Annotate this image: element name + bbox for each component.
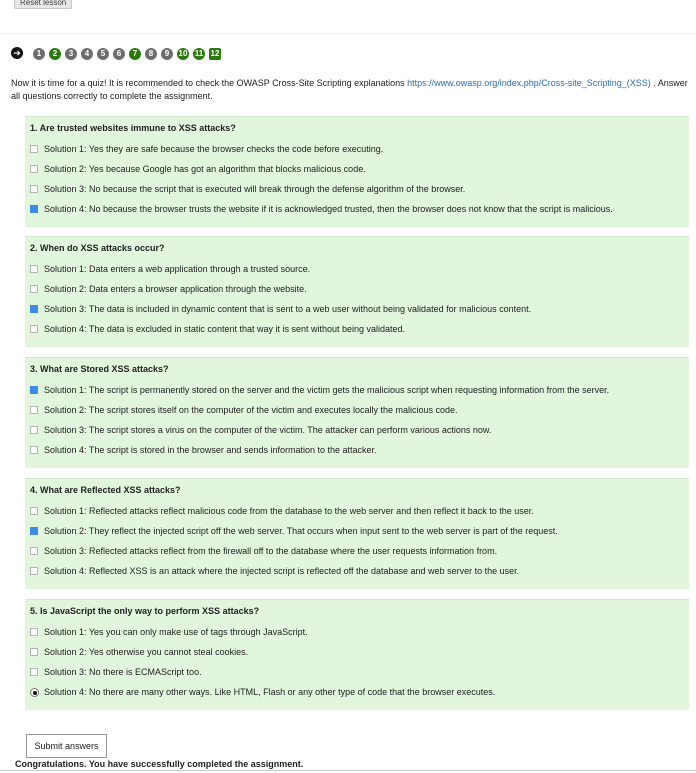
answer-checkbox[interactable] xyxy=(30,547,38,555)
answer-checkbox[interactable] xyxy=(30,165,38,173)
back-arrow-icon[interactable]: ➔ xyxy=(11,47,23,59)
answer-label: Solution 1: Yes they are safe because th… xyxy=(44,144,384,154)
question-title: 3. What are Stored XSS attacks? xyxy=(30,364,169,374)
question-2: 2. When do XSS attacks occur? Solution 1:… xyxy=(25,236,689,347)
answer-checkbox[interactable] xyxy=(30,426,38,434)
divider xyxy=(0,770,696,771)
question-title: 1. Are trusted websites immune to XSS at… xyxy=(30,123,236,133)
answer-label: Solution 4: No because the browser trust… xyxy=(44,204,613,214)
answer-label: Solution 2: Yes otherwise you cannot ste… xyxy=(44,647,249,657)
answer-checkbox[interactable] xyxy=(30,265,38,273)
answer-label: Solution 3: The data is included in dyna… xyxy=(44,304,532,314)
answer-checkbox[interactable] xyxy=(30,185,38,193)
page-3-button[interactable]: 3 xyxy=(65,48,77,60)
page-10-button[interactable]: 10 xyxy=(177,48,189,60)
question-5: 5. Is JavaScript the only way to perform… xyxy=(25,599,689,710)
answer-checkbox[interactable] xyxy=(30,386,38,394)
answer-label: Solution 4: Reflected XSS is an attack w… xyxy=(44,566,520,576)
answer-checkbox[interactable] xyxy=(30,446,38,454)
answer-radio[interactable] xyxy=(30,688,39,697)
question-1: 1. Are trusted websites immune to XSS at… xyxy=(25,116,689,227)
answer-label: Solution 3: No because the script that i… xyxy=(44,184,466,194)
page-1-button[interactable]: 1 xyxy=(33,48,45,60)
answer-checkbox[interactable] xyxy=(30,145,38,153)
answer-checkbox[interactable] xyxy=(30,668,38,676)
page-2-button[interactable]: 2 xyxy=(49,48,61,60)
page-7-button[interactable]: 7 xyxy=(129,48,141,60)
page-8-button[interactable]: 8 xyxy=(145,48,157,60)
answer-checkbox[interactable] xyxy=(30,406,38,414)
answer-checkbox[interactable] xyxy=(30,285,38,293)
answer-label: Solution 2: The script stores itself on … xyxy=(44,405,458,415)
page-11-button[interactable]: 11 xyxy=(193,48,205,60)
answer-label: Solution 4: The data is excluded in stat… xyxy=(44,324,406,334)
answer-label: Solution 1: Data enters a web applicatio… xyxy=(44,264,311,274)
page-6-button[interactable]: 6 xyxy=(113,48,125,60)
intro-text: Now it is time for a quiz! It is recomme… xyxy=(11,78,408,88)
result-message: Congratulations. You have successfully c… xyxy=(15,759,304,769)
page-9-button[interactable]: 9 xyxy=(161,48,173,60)
question-title: 4. What are Reflected XSS attacks? xyxy=(30,485,181,495)
answer-label: Solution 3: The script stores a virus on… xyxy=(44,425,492,435)
reset-lesson-button[interactable]: Reset lesson xyxy=(14,0,73,9)
answer-label: Solution 3: No there is ECMAScript too. xyxy=(44,667,202,677)
answer-label: Solution 3: Reflected attacks reflect fr… xyxy=(44,546,498,556)
answer-checkbox[interactable] xyxy=(30,507,38,515)
answer-checkbox[interactable] xyxy=(30,628,38,636)
page-4-button[interactable]: 4 xyxy=(81,48,93,60)
question-4: 4. What are Reflected XSS attacks? Soluti… xyxy=(25,478,689,589)
answer-label: Solution 1: Reflected attacks reflect ma… xyxy=(44,506,534,516)
answer-label: Solution 2: They reflect the injected sc… xyxy=(44,526,558,536)
page-12-button[interactable]: 12 xyxy=(209,48,221,60)
answer-checkbox[interactable] xyxy=(30,325,38,333)
answer-checkbox[interactable] xyxy=(30,305,38,313)
answer-checkbox[interactable] xyxy=(30,527,38,535)
owasp-xss-link[interactable]: https://www.owasp.org/index.php/Cross-si… xyxy=(407,78,651,88)
answer-label: Solution 4: The script is stored in the … xyxy=(44,445,377,455)
question-title: 2. When do XSS attacks occur? xyxy=(30,243,165,253)
question-3: 3. What are Stored XSS attacks? Solution … xyxy=(25,357,689,468)
quiz-intro: Now it is time for a quiz! It is recomme… xyxy=(11,77,691,103)
answer-checkbox[interactable] xyxy=(30,205,38,213)
answer-label: Solution 1: Yes you can only make use of… xyxy=(44,627,308,637)
question-title: 5. Is JavaScript the only way to perform… xyxy=(30,606,260,616)
submit-answers-button[interactable]: Submit answers xyxy=(26,734,107,758)
answer-label: Solution 2: Yes because Google has got a… xyxy=(44,164,366,174)
answer-label: Solution 1: The script is permanently st… xyxy=(44,385,610,395)
page-5-button[interactable]: 5 xyxy=(97,48,109,60)
answer-checkbox[interactable] xyxy=(30,567,38,575)
answer-label: Solution 2: Data enters a browser applic… xyxy=(44,284,307,294)
answer-checkbox[interactable] xyxy=(30,648,38,656)
answer-label: Solution 4: No there are many other ways… xyxy=(44,687,496,697)
divider xyxy=(0,33,696,34)
